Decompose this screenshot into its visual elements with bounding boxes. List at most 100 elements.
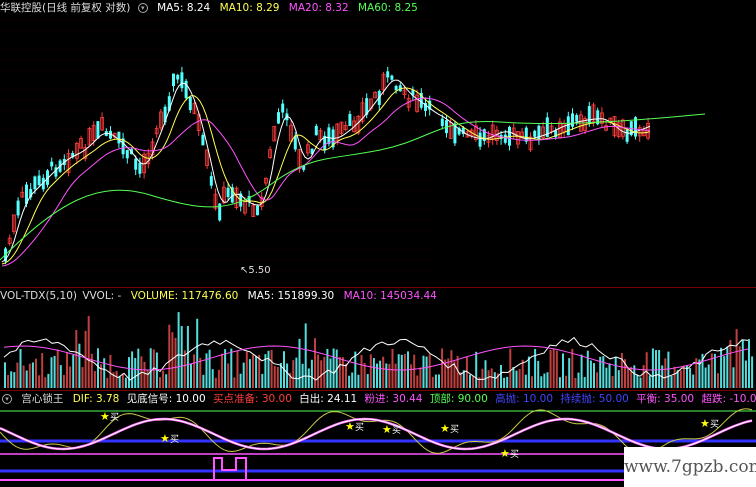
volume-bar [84, 330, 87, 388]
volume-bar [66, 351, 68, 388]
volume-bar [286, 363, 289, 388]
volume-bar [332, 348, 335, 388]
volume-bar [221, 353, 223, 388]
volume-bar [558, 377, 561, 388]
candle-down [503, 134, 507, 143]
volume-bar [689, 368, 692, 388]
volume-bar [729, 340, 732, 388]
volume-bar [357, 374, 360, 388]
volume-bar [159, 377, 161, 388]
candle-down [277, 112, 280, 124]
candle-down [50, 161, 54, 167]
volume-bar [686, 365, 688, 388]
volume-bar [751, 356, 754, 388]
volume-bar [162, 370, 165, 388]
candle-down [348, 114, 352, 126]
volume-bar [707, 364, 710, 388]
volume-bar [376, 363, 378, 388]
volume-bar [146, 370, 149, 388]
volume-bar [143, 361, 146, 388]
volume-bar [174, 337, 177, 388]
volume-bar [509, 348, 512, 388]
candle-down [33, 176, 37, 190]
candle-down [37, 175, 41, 186]
buy-marker: 买 [170, 434, 179, 445]
volume-bar [382, 356, 385, 388]
volume-bar [521, 359, 524, 388]
volume-bar [233, 377, 236, 388]
volume-bar [723, 356, 726, 388]
candle-down [16, 200, 20, 216]
volume-bar [732, 367, 735, 388]
candle-down [478, 132, 482, 147]
candle-down [533, 130, 537, 137]
volume-bar [128, 357, 130, 388]
candle-down [209, 176, 213, 186]
volume-bar [620, 352, 623, 388]
volume-bar [59, 365, 62, 388]
volume-bar [469, 374, 471, 388]
candle-down [180, 72, 184, 89]
volume-bar [503, 377, 506, 388]
ma10-line [1, 87, 651, 265]
volume-bar [345, 363, 347, 388]
volume-bar [565, 375, 568, 388]
volume-bar [47, 373, 50, 388]
volume-bar [642, 365, 645, 388]
volume-bar [78, 343, 81, 388]
volume-bar [704, 367, 707, 388]
volume-bar [524, 374, 527, 388]
volume-bar [611, 376, 614, 388]
volume-bar [602, 356, 605, 388]
volume-bar [450, 350, 453, 388]
volume-bar [478, 377, 481, 388]
volume-bar [177, 312, 180, 388]
volume-bar [636, 374, 639, 388]
star-icon: ★ [160, 432, 170, 445]
volume-bar [546, 372, 549, 388]
volume-bar [360, 354, 363, 388]
volume-bar [224, 349, 227, 388]
volume-bar [664, 358, 667, 388]
volume-bar [307, 368, 310, 388]
candle-down [386, 71, 390, 78]
volume-bar [205, 353, 208, 388]
volume-bar [500, 365, 502, 388]
volume-bar [682, 365, 685, 388]
volume-bar [419, 367, 422, 388]
volume-bar [248, 359, 251, 388]
volume-bar [369, 354, 372, 388]
ma5-line [1, 79, 651, 263]
volume-bar [726, 346, 729, 388]
volume-bar [490, 368, 493, 388]
volume-bar [589, 360, 592, 388]
volume-bar [41, 353, 44, 388]
volume-bar [292, 360, 295, 388]
volume-bar [134, 357, 137, 388]
volume-bar [583, 377, 586, 388]
volume-bar [391, 348, 394, 388]
star-icon: ★ [100, 410, 110, 423]
volume-bar [124, 377, 127, 388]
volume-bar [227, 363, 230, 388]
volume-bar [627, 367, 630, 388]
volume-bar [190, 363, 192, 388]
chart-canvas[interactable]: ★ 买★ 买★ 买 ★ 买 ★ 买★ 买★ 买 [0, 0, 756, 487]
volume-bar [38, 375, 41, 388]
volume-bar [310, 359, 313, 388]
volume-bar [13, 372, 16, 388]
volume-bar [10, 371, 13, 388]
volume-bar [571, 348, 574, 388]
volume-bar [295, 357, 298, 388]
volume-bar [131, 351, 134, 388]
volume-bar [531, 376, 533, 388]
volume-bar [379, 360, 382, 388]
volume-bar [534, 348, 537, 388]
buy-marker: 买 [510, 449, 519, 460]
volume-bar [667, 351, 670, 388]
volume-bar [555, 350, 558, 388]
volume-bar [552, 348, 555, 388]
volume-bar [217, 369, 220, 388]
volume-bar [493, 372, 496, 388]
volume-bar [363, 363, 366, 388]
